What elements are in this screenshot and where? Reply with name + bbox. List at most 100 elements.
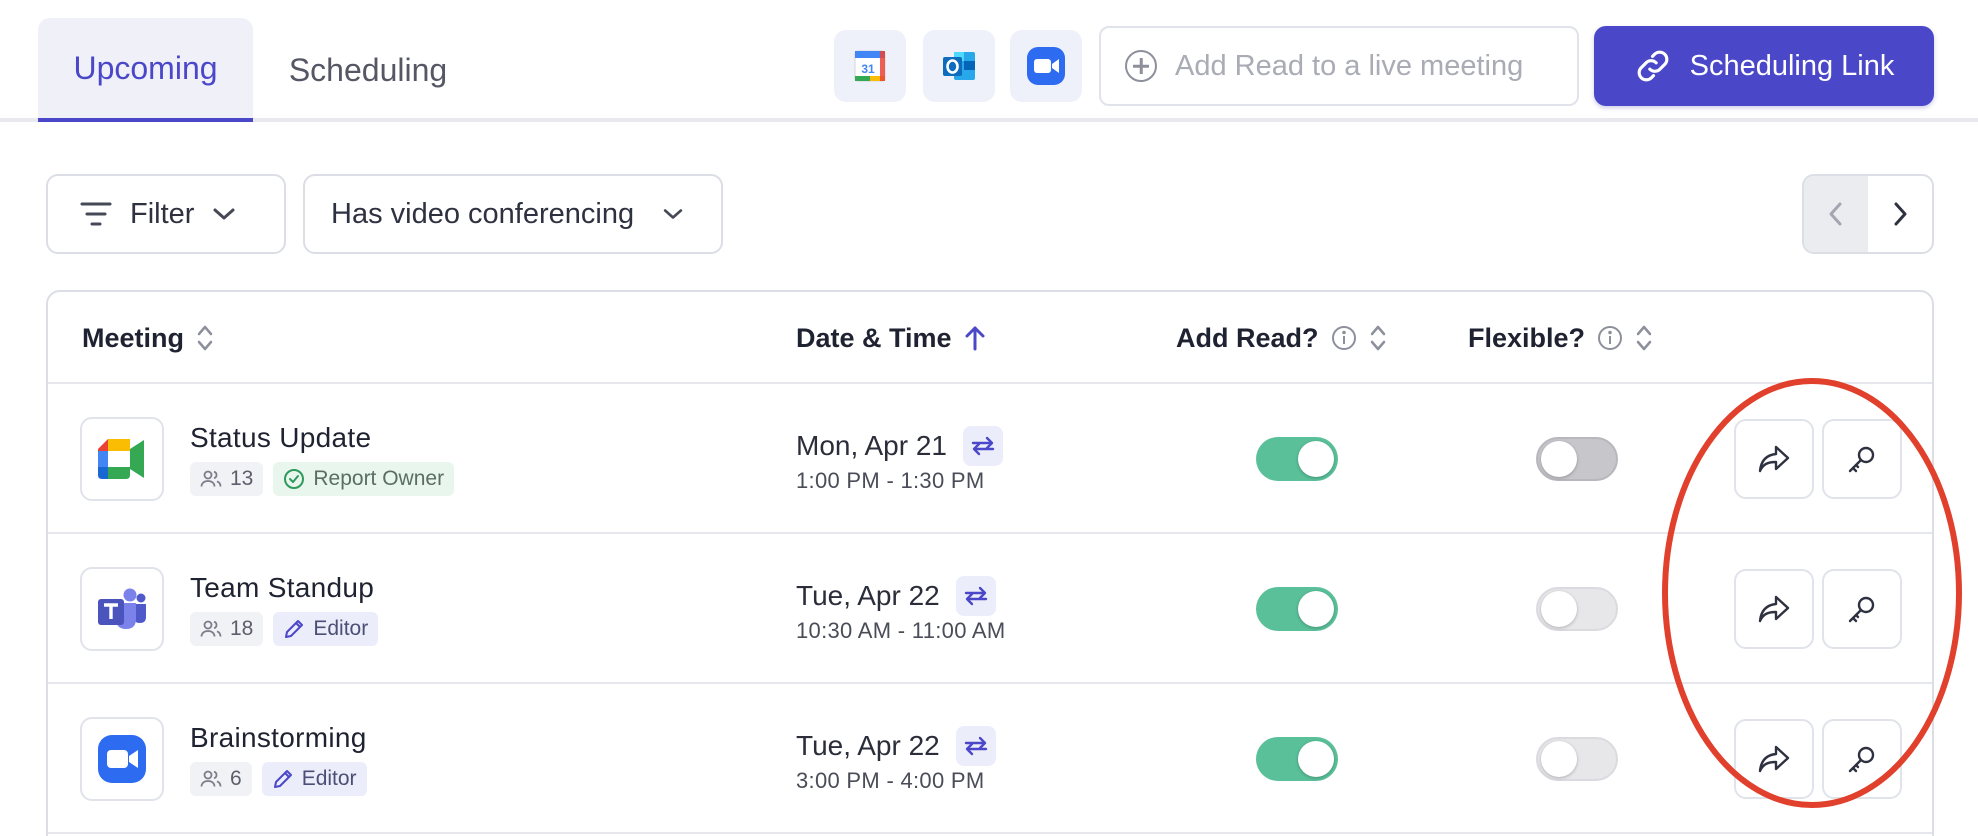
chevron-down-icon: [663, 209, 683, 219]
meeting-title[interactable]: Status Update: [190, 422, 371, 454]
chevron-left-icon: [1829, 202, 1842, 226]
zoom-icon: [1027, 47, 1065, 85]
key-button[interactable]: [1822, 719, 1902, 799]
table-header: Meeting Date & Time Add Read? Flexible?: [48, 292, 1932, 384]
badge-label: Editor: [301, 767, 357, 790]
meeting-meta: 13 Report Owner: [190, 462, 455, 496]
key-icon: [1848, 446, 1875, 473]
column-flexible[interactable]: Flexible?: [1468, 292, 1653, 384]
share-arrow-icon: [1758, 445, 1790, 473]
column-flexible-label: Flexible?: [1468, 322, 1586, 353]
share-button[interactable]: [1734, 719, 1814, 799]
meeting-date: Tue, Apr 22: [796, 726, 996, 766]
column-add-read-label: Add Read?: [1176, 322, 1319, 353]
pagination: [1802, 174, 1934, 254]
chevron-down-icon: [213, 208, 235, 220]
filter-lines-icon: [80, 202, 112, 226]
sort-ascending-arrow-icon: [965, 326, 985, 351]
plus-circle-icon: [1125, 50, 1157, 82]
meeting-title[interactable]: Team Standup: [190, 572, 374, 604]
meeting-time: 1:00 PM - 1:30 PM: [796, 468, 985, 493]
toggle-knob: [1298, 591, 1334, 627]
next-page-button[interactable]: [1868, 176, 1932, 252]
key-button[interactable]: [1822, 569, 1902, 649]
meeting-date-value: Mon, Apr 21: [796, 430, 947, 461]
google-calendar-icon: 31: [854, 50, 886, 82]
info-icon[interactable]: [1597, 325, 1623, 351]
participants-count: 13: [190, 462, 264, 496]
share-button[interactable]: [1734, 569, 1814, 649]
filter-button[interactable]: Filter: [46, 174, 286, 254]
users-icon: [200, 470, 222, 487]
participants-count-value: 6: [230, 767, 242, 790]
users-icon: [200, 620, 222, 637]
column-date-time[interactable]: Date & Time: [796, 292, 986, 384]
meeting-date-value: Tue, Apr 22: [796, 580, 940, 611]
video-conferencing-filter[interactable]: Has video conferencing: [303, 174, 723, 254]
editor-badge: Editor: [261, 762, 367, 796]
add-read-live-meeting-input[interactable]: Add Read to a live meeting: [1099, 26, 1579, 106]
recurring-icon: [955, 726, 996, 766]
tab-scheduling[interactable]: Scheduling: [268, 18, 468, 122]
key-icon: [1848, 596, 1875, 623]
google-calendar-button[interactable]: 31: [834, 30, 906, 102]
scheduling-link-label: Scheduling Link: [1689, 49, 1895, 82]
google-meet-icon: [98, 439, 144, 479]
meetings-table: Meeting Date & Time Add Read? Flexible?: [46, 290, 1934, 836]
meeting-title[interactable]: Brainstorming: [190, 722, 367, 754]
editor-badge: Editor: [273, 612, 379, 646]
microsoft-teams-icon: [98, 588, 146, 629]
pencil-icon: [285, 620, 304, 638]
flexible-toggle[interactable]: [1536, 587, 1618, 631]
chevron-right-icon: [1894, 202, 1907, 226]
outlook-button[interactable]: [923, 30, 995, 102]
toggle-knob: [1541, 441, 1577, 477]
share-arrow-icon: [1758, 595, 1790, 623]
svg-text:31: 31: [861, 62, 875, 76]
toggle-knob: [1541, 591, 1577, 627]
flexible-toggle[interactable]: [1536, 737, 1618, 781]
badge-label: Editor: [313, 617, 369, 640]
add-read-toggle[interactable]: [1256, 437, 1338, 481]
key-button[interactable]: [1822, 419, 1902, 499]
toggle-knob: [1541, 741, 1577, 777]
info-icon[interactable]: [1331, 325, 1357, 351]
sort-icon: [197, 325, 213, 351]
participants-count-value: 13: [230, 467, 254, 490]
table-row[interactable]: Brainstorming 6 Editor Tue, Apr 22 3:00 …: [48, 684, 1932, 834]
meeting-meta: 6 Editor: [190, 762, 367, 796]
recurring-icon: [955, 576, 996, 616]
participants-count-value: 18: [230, 617, 254, 640]
toggle-knob: [1298, 441, 1334, 477]
zoom-button[interactable]: [1010, 30, 1082, 102]
meeting-date: Mon, Apr 21: [796, 426, 1003, 466]
flexible-toggle[interactable]: [1536, 437, 1618, 481]
check-circle-icon: [284, 469, 305, 489]
video-filter-label: Has video conferencing: [331, 197, 635, 230]
key-icon: [1848, 746, 1875, 773]
scheduling-link-button[interactable]: Scheduling Link: [1594, 26, 1934, 106]
outlook-icon: [943, 52, 975, 80]
column-meeting-label: Meeting: [82, 322, 185, 353]
tab-upcoming[interactable]: Upcoming: [38, 18, 253, 122]
share-arrow-icon: [1758, 745, 1790, 773]
sort-icon: [1636, 325, 1652, 351]
participants-count: 18: [190, 612, 264, 646]
add-read-toggle[interactable]: [1256, 737, 1338, 781]
meeting-time: 10:30 AM - 11:00 AM: [796, 618, 1006, 643]
live-meeting-placeholder: Add Read to a live meeting: [1175, 49, 1524, 82]
toggle-knob: [1298, 741, 1334, 777]
meeting-time: 3:00 PM - 4:00 PM: [796, 768, 985, 793]
column-meeting[interactable]: Meeting: [82, 292, 214, 384]
report-owner-badge: Report Owner: [273, 462, 455, 496]
sort-icon: [1370, 325, 1385, 351]
share-button[interactable]: [1734, 419, 1814, 499]
column-add-read[interactable]: Add Read?: [1176, 292, 1387, 384]
meeting-app-icon: [80, 717, 164, 801]
zoom-icon: [98, 735, 146, 783]
table-row[interactable]: Team Standup 18 Editor Tue, Apr 22 10:30…: [48, 534, 1932, 684]
add-read-toggle[interactable]: [1256, 587, 1338, 631]
previous-page-button[interactable]: [1804, 176, 1868, 252]
table-row[interactable]: Status Update 13 Report Owner Mon, Apr 2…: [48, 384, 1932, 534]
badge-label: Report Owner: [313, 467, 445, 490]
